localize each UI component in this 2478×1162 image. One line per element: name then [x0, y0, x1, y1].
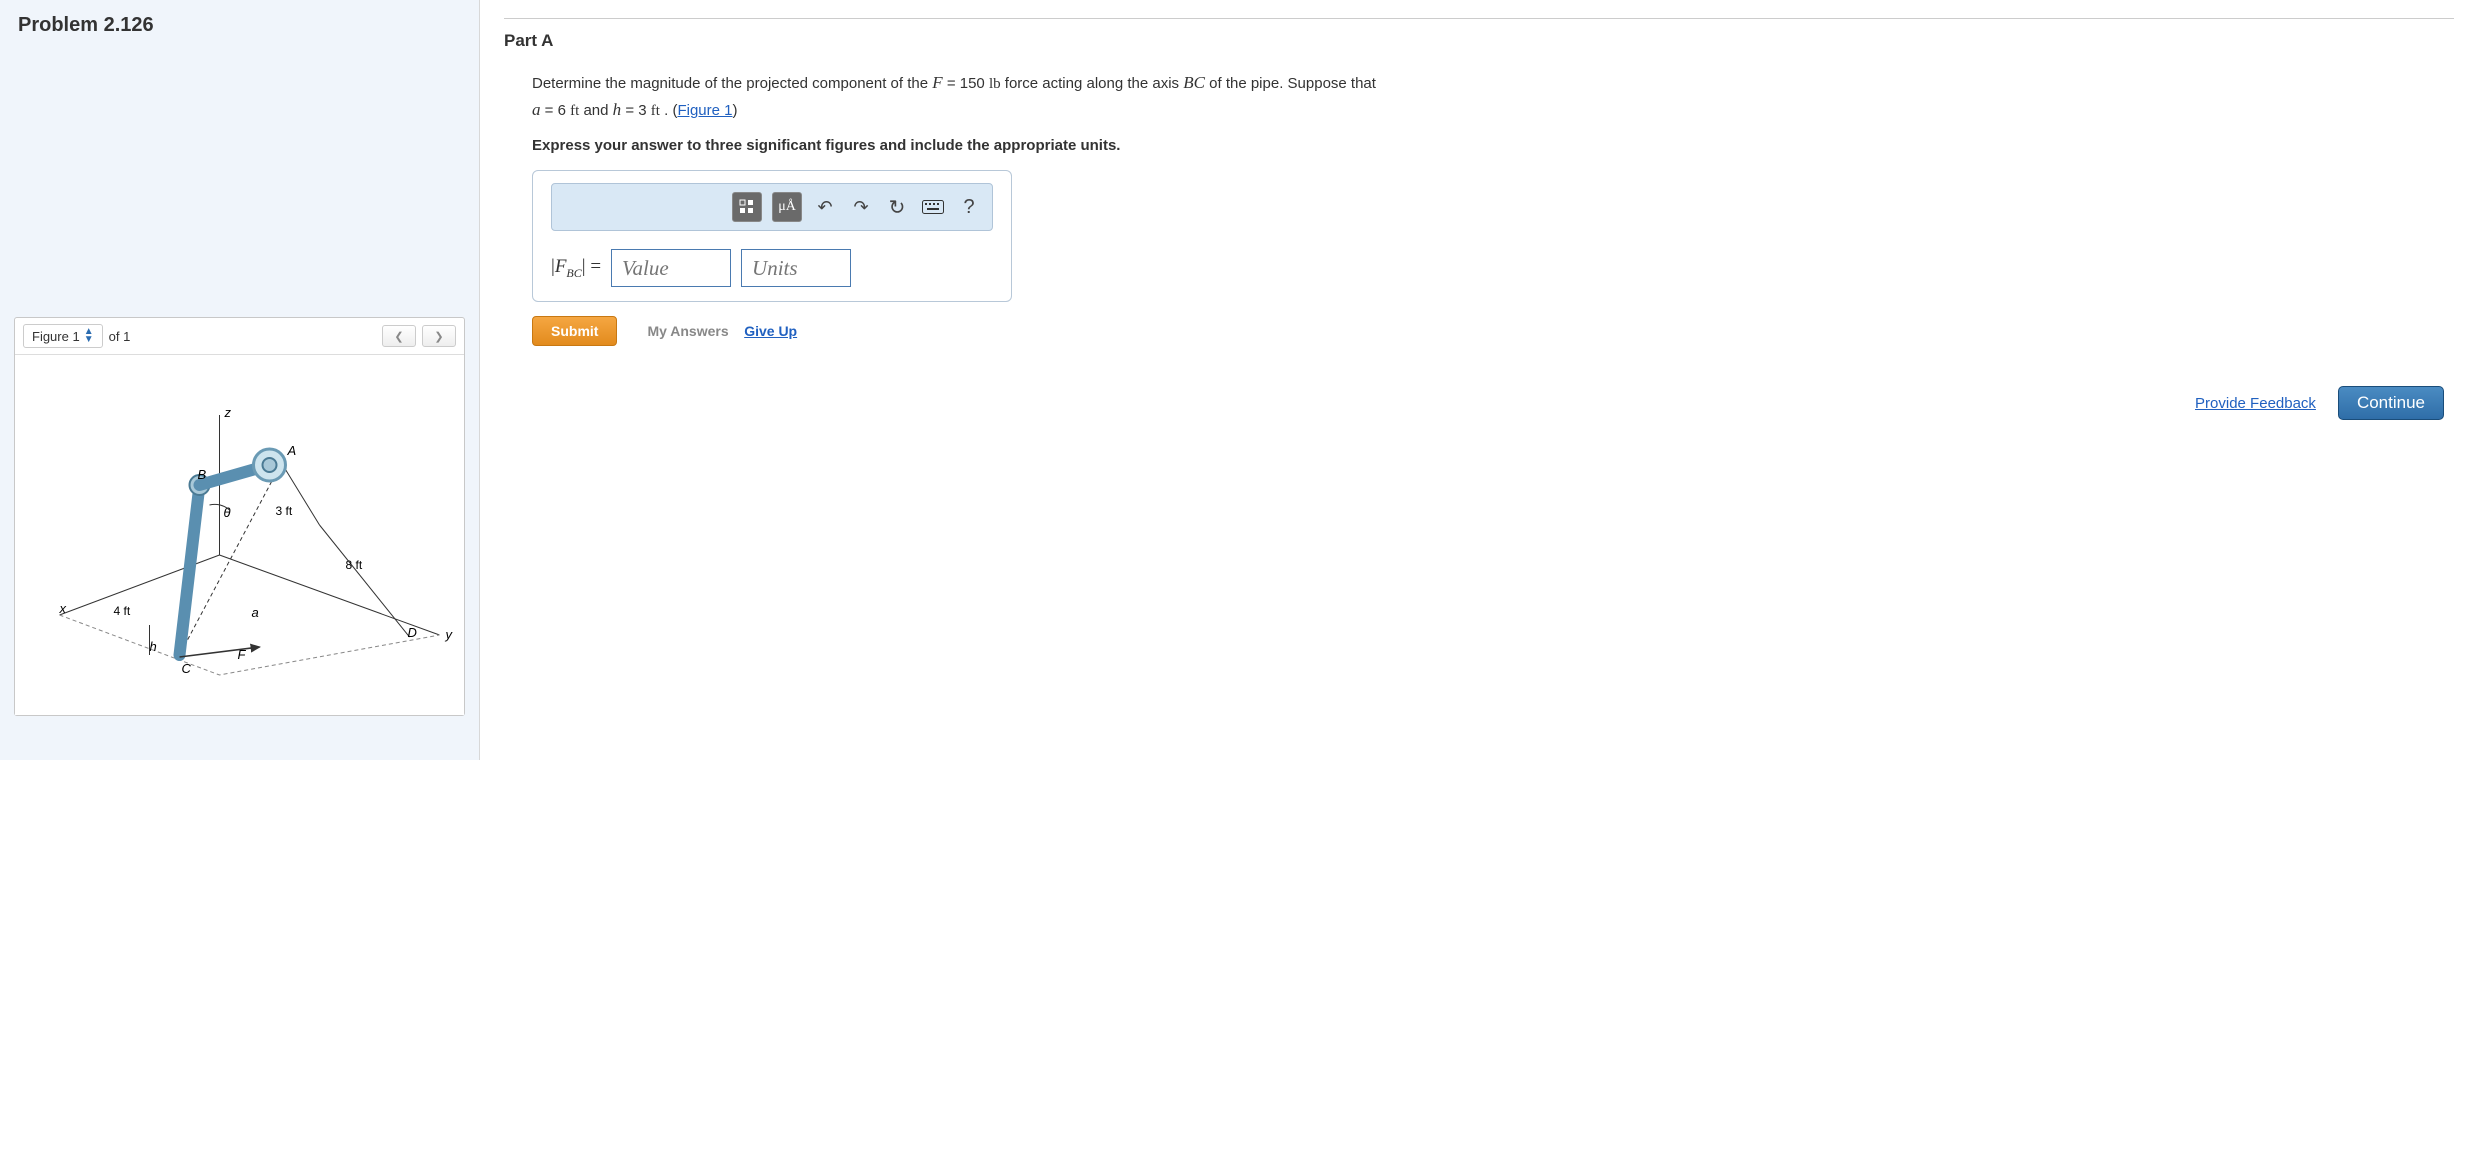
keyboard-icon[interactable]: [920, 194, 946, 220]
svg-text:D: D: [408, 625, 417, 640]
figure-prev-button[interactable]: ❮: [382, 325, 416, 347]
provide-feedback-link[interactable]: Provide Feedback: [2195, 395, 2316, 412]
svg-text:z: z: [224, 405, 232, 420]
figure-selector[interactable]: Figure 1 ▲▼: [23, 324, 103, 348]
give-up-link[interactable]: Give Up: [744, 323, 797, 339]
svg-text:B: B: [198, 467, 207, 482]
reset-icon[interactable]: ↻: [884, 194, 910, 220]
svg-text:4 ft: 4 ft: [114, 604, 131, 618]
svg-text:F: F: [238, 647, 247, 662]
svg-text:8 ft: 8 ft: [346, 558, 363, 572]
value-input[interactable]: [611, 249, 731, 287]
part-title: Part A: [504, 31, 2454, 51]
figure-image: z x y A B C D F θ a h 3 ft 4 ft 8 ft: [15, 355, 464, 715]
toolbar: μÅ ↶ ↷ ↻ ?: [551, 183, 993, 231]
svg-text:x: x: [59, 601, 67, 616]
svg-text:a: a: [252, 605, 259, 620]
units-input[interactable]: [741, 249, 851, 287]
left-panel: Problem 2.126 Figure 1 ▲▼ of 1 ❮ ❯: [0, 0, 480, 760]
var-h: h: [613, 100, 622, 119]
var-a: a: [532, 100, 541, 119]
help-icon[interactable]: ?: [956, 194, 982, 220]
right-panel: Part A Determine the magnitude of the pr…: [480, 0, 2478, 760]
divider: [504, 18, 2454, 19]
bottom-row: Provide Feedback Continue: [504, 386, 2454, 420]
input-row: |FBC| =: [551, 249, 993, 287]
var-BC: BC: [1183, 73, 1205, 92]
figure-next-button[interactable]: ❯: [422, 325, 456, 347]
figure-of: of 1: [109, 329, 131, 344]
submit-row: Submit My Answers Give Up: [532, 316, 2454, 346]
figure-link[interactable]: Figure 1: [677, 102, 732, 119]
figure-box: Figure 1 ▲▼ of 1 ❮ ❯: [14, 317, 465, 716]
answer-box: μÅ ↶ ↷ ↻ ? |FBC| =: [532, 170, 1012, 302]
submit-button[interactable]: Submit: [532, 316, 617, 346]
fbc-label: |FBC| =: [551, 256, 601, 281]
problem-title: Problem 2.126: [14, 14, 465, 37]
svg-text:θ: θ: [224, 505, 231, 520]
svg-text:C: C: [182, 661, 192, 676]
units-icon[interactable]: μÅ: [772, 192, 802, 222]
question-text: Determine the magnitude of the projected…: [532, 69, 2454, 123]
redo-icon[interactable]: ↷: [848, 194, 874, 220]
instruction: Express your answer to three significant…: [532, 137, 2454, 154]
undo-icon[interactable]: ↶: [812, 194, 838, 220]
svg-text:A: A: [287, 443, 297, 458]
continue-button[interactable]: Continue: [2338, 386, 2444, 420]
figure-header: Figure 1 ▲▼ of 1 ❮ ❯: [15, 318, 464, 355]
var-F: F: [932, 73, 942, 92]
templates-icon[interactable]: [732, 192, 762, 222]
svg-text:y: y: [445, 627, 454, 642]
chevron-updown-icon: ▲▼: [84, 328, 94, 344]
svg-text:h: h: [150, 639, 157, 654]
figure-label: Figure 1: [32, 329, 80, 344]
svg-text:3 ft: 3 ft: [276, 504, 293, 518]
my-answers-link[interactable]: My Answers: [647, 323, 728, 339]
